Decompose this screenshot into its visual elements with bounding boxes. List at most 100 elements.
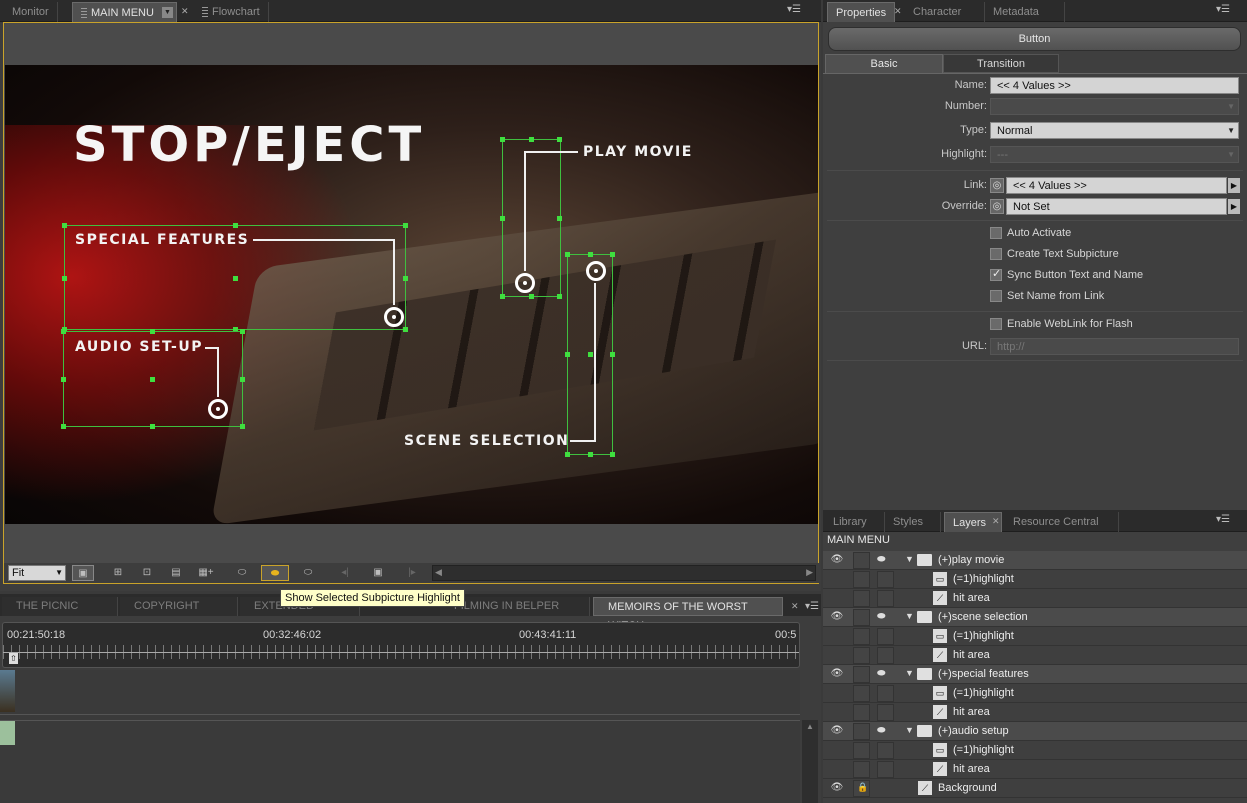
url-field[interactable]: http:// (990, 338, 1239, 355)
lock-toggle[interactable] (853, 704, 870, 721)
close-icon[interactable]: ✕ (791, 601, 799, 612)
tab-memoirs-of-the-worst-witch[interactable]: MEMOIRS OF THE WORST WITCH (593, 597, 783, 632)
lock-toggle[interactable] (853, 685, 870, 702)
visibility-toggle[interactable] (877, 742, 894, 759)
layer-row[interactable]: ⟋ hit area (823, 646, 1247, 665)
next-icon[interactable]: |▸ (404, 565, 420, 581)
layer-row[interactable]: ▭ (=1)highlight (823, 741, 1247, 760)
eye-icon[interactable]: 👁 (829, 668, 845, 681)
close-icon[interactable]: ✕ (894, 6, 902, 17)
lock-toggle[interactable] (853, 552, 870, 569)
expand-triangle-icon[interactable]: ▼ (905, 554, 914, 564)
layer-row[interactable]: ⟋ hit area (823, 703, 1247, 722)
activated-state-icon[interactable]: ⬭ (298, 565, 318, 581)
tab-main-menu[interactable]: MAIN MENU ▼ (72, 2, 177, 22)
normal-state-icon[interactable]: ⬭ (232, 565, 252, 581)
preview-icon[interactable]: ▣ (368, 565, 388, 581)
eye-icon[interactable]: 👁 (829, 725, 845, 738)
lock-toggle[interactable] (853, 609, 870, 626)
layer-group-row[interactable]: 👁 ⬬ ▼ (+)special features (823, 665, 1247, 684)
layer-group-row[interactable]: 👁 ⬬ ▼ (+)audio setup (823, 722, 1247, 741)
close-icon[interactable]: ✕ (181, 6, 189, 17)
video-clip-thumbnail[interactable] (0, 670, 15, 712)
audio-clip[interactable] (0, 721, 15, 745)
scene-selection-label[interactable]: SCENE SELECTION (404, 433, 569, 449)
layer-row[interactable]: 👁 🔒 ⟋ Background (823, 779, 1247, 798)
pickwhip-icon[interactable]: ◎ (990, 178, 1004, 193)
layout-icon[interactable]: ▤ (168, 565, 184, 581)
layer-row[interactable]: ⟋ hit area (823, 589, 1247, 608)
link-field[interactable]: << 4 Values >> (1006, 177, 1227, 194)
create-text-subpicture-checkbox[interactable] (990, 248, 1002, 260)
lock-toggle[interactable] (853, 647, 870, 664)
tab-resource-central[interactable]: Resource Central (1005, 512, 1119, 532)
menu-canvas[interactable]: STOP/EJECT PLAY MOVIE SPECIAL FEATURES A… (5, 65, 818, 524)
lock-toggle[interactable] (853, 590, 870, 607)
lock-toggle[interactable] (853, 666, 870, 683)
lock-toggle[interactable]: 🔒 (853, 780, 870, 797)
enable-weblink-checkbox[interactable] (990, 318, 1002, 330)
audio-setup-label[interactable]: AUDIO SET-UP (75, 339, 203, 355)
lock-toggle[interactable] (853, 761, 870, 778)
layer-group-row[interactable]: 👁 ⬬ ▼ (+)scene selection (823, 608, 1247, 627)
visibility-toggle[interactable] (877, 590, 894, 607)
eye-icon[interactable]: 👁 (829, 611, 845, 624)
panel-menu-icon[interactable]: ▾☰ (1215, 514, 1231, 526)
expand-triangle-icon[interactable]: ▼ (905, 668, 914, 678)
horizontal-scrollbar[interactable]: ◀ ▶ (432, 565, 816, 581)
number-select[interactable] (990, 98, 1239, 115)
highlight-select[interactable]: --- (990, 146, 1239, 163)
visibility-toggle[interactable] (877, 628, 894, 645)
visibility-toggle[interactable] (877, 761, 894, 778)
previous-icon[interactable]: ◂| (337, 565, 353, 581)
group-toggle-icon[interactable]: ⬬ (877, 723, 894, 740)
tab-copyright[interactable]: COPYRIGHT (120, 597, 238, 616)
tab-properties[interactable]: Properties (827, 2, 896, 22)
visibility-toggle[interactable] (877, 685, 894, 702)
special-features-label[interactable]: SPECIAL FEATURES (75, 232, 249, 248)
selected-highlight-icon[interactable]: ⬬ (261, 565, 289, 581)
tab-flowchart[interactable]: Flowchart (194, 2, 269, 22)
override-field[interactable]: Not Set (1006, 198, 1227, 215)
tab-library[interactable]: Library (825, 512, 885, 532)
lock-toggle[interactable] (853, 628, 870, 645)
group-toggle-icon[interactable]: ⬬ (877, 609, 894, 626)
set-name-from-link-checkbox[interactable] (990, 290, 1002, 302)
panel-menu-icon[interactable]: ▾☰ (805, 601, 819, 612)
auto-activate-checkbox[interactable] (990, 227, 1002, 239)
close-icon[interactable]: ✕ (992, 516, 1000, 527)
lock-toggle[interactable] (853, 571, 870, 588)
subtab-transition[interactable]: Transition (943, 54, 1059, 73)
time-ruler[interactable]: 00:21:50:18 00:32:46:02 00:43:41:11 00:5… (2, 622, 800, 668)
visibility-toggle[interactable] (877, 704, 894, 721)
play-movie-label[interactable]: PLAY MOVIE (583, 144, 693, 160)
tab-character[interactable]: Character (905, 2, 985, 22)
playhead-icon[interactable]: ⇧ (9, 653, 18, 664)
crosshair-icon[interactable]: ⊡ (139, 565, 155, 581)
tab-monitor[interactable]: Monitor (4, 2, 58, 22)
layer-row[interactable]: ⟋ hit area (823, 760, 1247, 779)
tab-styles[interactable]: Styles (885, 512, 941, 532)
pickwhip-icon[interactable]: ◎ (990, 199, 1004, 214)
layer-row[interactable]: ▭ (=1)highlight (823, 684, 1247, 703)
eye-icon[interactable]: 👁 (829, 554, 845, 567)
layer-group-row[interactable]: 👁 ⬬ ▼ (+)play movie (823, 551, 1247, 570)
layer-row[interactable]: ▭ (=1)highlight (823, 627, 1247, 646)
safe-area-icon[interactable]: ▣ (72, 565, 94, 581)
grid-icon[interactable]: ⊞ (110, 565, 126, 581)
name-field[interactable]: << 4 Values >> (990, 77, 1239, 94)
panel-menu-icon[interactable]: ▾☰ (1215, 4, 1231, 16)
group-toggle-icon[interactable]: ⬬ (877, 666, 894, 683)
scene-selection-selection[interactable] (565, 252, 615, 457)
vertical-scrollbar[interactable]: ▲ (802, 720, 818, 803)
group-toggle-icon[interactable]: ⬬ (877, 552, 894, 569)
link-menu-arrow-icon[interactable]: ▶ (1228, 178, 1240, 193)
visibility-toggle[interactable] (877, 571, 894, 588)
tab-metadata[interactable]: Metadata (985, 2, 1065, 22)
zoom-select[interactable]: Fit (8, 565, 66, 581)
visibility-toggle[interactable] (877, 647, 894, 664)
sync-button-checkbox[interactable] (990, 267, 1002, 281)
eye-icon[interactable]: 👁 (829, 782, 845, 795)
expand-triangle-icon[interactable]: ▼ (905, 725, 914, 735)
lock-toggle[interactable] (853, 742, 870, 759)
